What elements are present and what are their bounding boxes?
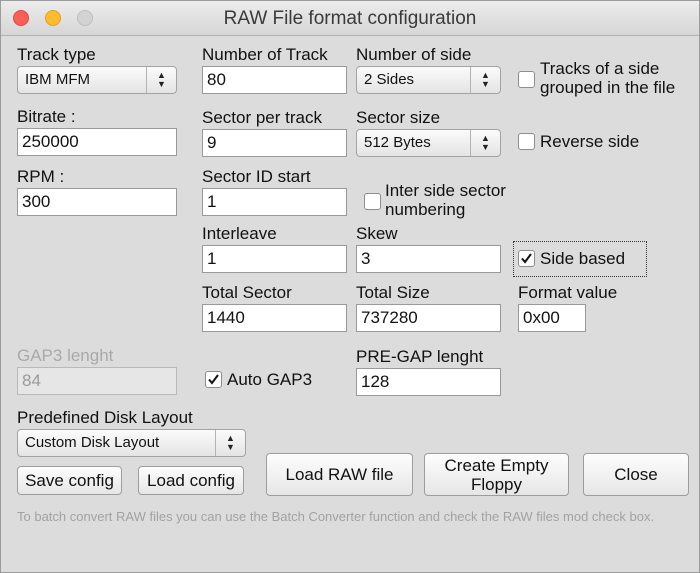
dialog-window: RAW File format configuration Track type… xyxy=(0,0,700,573)
total-sector-label: Total Sector xyxy=(202,283,292,302)
batch-converter-hint: To batch convert RAW files you can use t… xyxy=(17,509,655,524)
save-config-button[interactable]: Save config xyxy=(17,466,122,495)
reverse-side-label: Reverse side xyxy=(540,132,640,151)
pre-gap-length-input[interactable] xyxy=(356,368,501,396)
tracks-grouped-label-line2: grouped in the file xyxy=(540,78,676,97)
auto-gap3-checkbox[interactable] xyxy=(205,371,222,388)
tracks-grouped-checkbox[interactable] xyxy=(518,71,535,88)
chevron-up-down-icon: ▲ ▼ xyxy=(470,130,500,156)
pre-gap-length-label: PRE-GAP lenght xyxy=(356,347,484,366)
load-raw-file-button[interactable]: Load RAW file xyxy=(266,453,413,496)
chevron-up-down-icon: ▲ ▼ xyxy=(470,67,500,93)
checkmark-icon xyxy=(208,374,219,385)
sector-per-track-label: Sector per track xyxy=(202,108,322,127)
total-size-input[interactable] xyxy=(356,304,501,332)
inter-side-numbering-label: Inter side sector numbering xyxy=(385,181,506,219)
number-of-side-value: 2 Sides xyxy=(364,71,415,88)
title-bar[interactable]: RAW File format configuration xyxy=(1,1,699,36)
create-empty-floppy-label-line2: Floppy xyxy=(470,474,523,494)
close-button[interactable]: Close xyxy=(583,453,689,496)
track-type-label: Track type xyxy=(17,45,96,64)
side-based-label: Side based xyxy=(540,249,626,268)
number-of-side-select[interactable]: 2 Sides ▲ ▼ xyxy=(356,66,501,94)
sector-per-track-input[interactable] xyxy=(202,129,347,157)
sector-size-select[interactable]: 512 Bytes ▲ ▼ xyxy=(356,129,501,157)
create-empty-floppy-button[interactable]: Create Empty Floppy xyxy=(424,453,569,496)
reverse-side-checkbox[interactable] xyxy=(518,133,535,150)
predefined-layout-value: Custom Disk Layout xyxy=(25,434,160,451)
sector-size-label: Sector size xyxy=(356,108,441,127)
inter-side-numbering-checkbox[interactable] xyxy=(364,193,381,210)
number-of-side-label: Number of side xyxy=(356,45,472,64)
total-size-label: Total Size xyxy=(356,283,430,302)
bitrate-input[interactable] xyxy=(17,128,177,156)
total-sector-input[interactable] xyxy=(202,304,347,332)
format-value-label: Format value xyxy=(518,283,618,302)
number-of-track-input[interactable] xyxy=(202,66,347,94)
sector-id-start-label: Sector ID start xyxy=(202,167,311,186)
bitrate-label: Bitrate : xyxy=(17,107,76,126)
rpm-label: RPM : xyxy=(17,167,65,186)
format-value-input[interactable] xyxy=(518,304,586,332)
sector-size-value: 512 Bytes xyxy=(364,134,431,151)
load-config-button[interactable]: Load config xyxy=(138,466,244,495)
side-based-checkbox[interactable] xyxy=(518,250,535,267)
track-type-value: IBM MFM xyxy=(25,71,90,88)
gap3-length-input[interactable] xyxy=(17,367,177,395)
predefined-layout-label: Predefined Disk Layout xyxy=(17,408,193,427)
tracks-grouped-label-line1: Tracks of a side xyxy=(540,59,660,78)
predefined-layout-select[interactable]: Custom Disk Layout ▲ ▼ xyxy=(17,429,246,457)
chevron-up-down-icon: ▲ ▼ xyxy=(215,430,245,456)
interleave-label: Interleave xyxy=(202,224,277,243)
sector-id-start-input[interactable] xyxy=(202,188,347,216)
interleave-input[interactable] xyxy=(202,245,347,273)
window-title: RAW File format configuration xyxy=(223,8,477,29)
create-empty-floppy-label-line1: Create Empty xyxy=(444,455,549,475)
create-empty-floppy-label: Create Empty Floppy xyxy=(445,456,549,494)
skew-input[interactable] xyxy=(356,245,501,273)
chevron-up-down-icon: ▲ ▼ xyxy=(146,67,176,93)
track-type-select[interactable]: IBM MFM ▲ ▼ xyxy=(17,66,177,94)
gap3-length-label: GAP3 lenght xyxy=(17,346,114,365)
tracks-grouped-label: Tracks of a side grouped in the file xyxy=(540,59,675,97)
inter-side-numbering-label-line1: Inter side sector xyxy=(385,181,506,200)
skew-label: Skew xyxy=(356,224,398,243)
inter-side-numbering-label-line2: numbering xyxy=(385,200,466,219)
checkmark-icon xyxy=(521,253,532,264)
rpm-input[interactable] xyxy=(17,188,177,216)
number-of-track-label: Number of Track xyxy=(202,45,328,64)
auto-gap3-label: Auto GAP3 xyxy=(227,370,313,389)
